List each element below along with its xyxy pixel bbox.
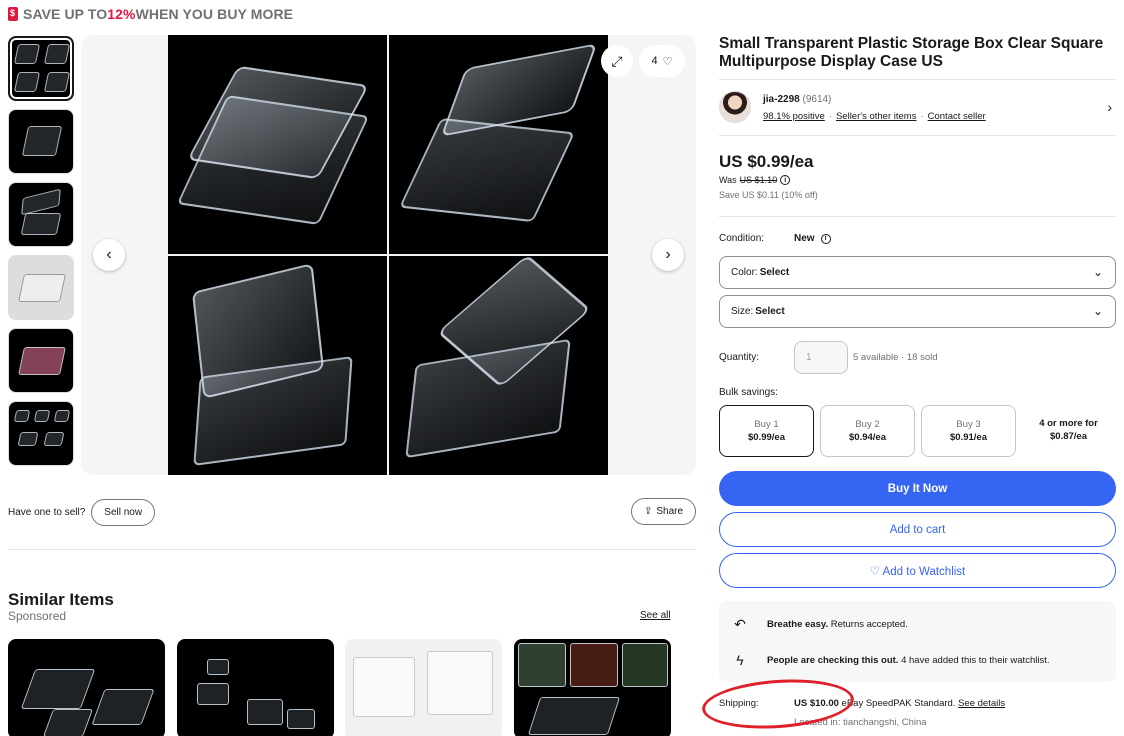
bulk-option-2[interactable]: Buy 2 $0.94/ea [820,405,915,457]
bulk-option-4[interactable]: 4 or more for $0.87/ea [1021,405,1116,457]
bulk-qty: Buy 1 [754,419,779,430]
sell-prompt: Have one to sell? [8,507,86,518]
shipping-method: eBay SpeedPAK Standard. [838,698,959,709]
share-button[interactable]: ⇪ Share [631,498,697,525]
main-product-image[interactable]: ‹ › ⤢ 4 ♡ [81,35,696,475]
thumbnail-3[interactable] [8,182,74,247]
was-price: US $1.10 [739,175,778,185]
similar-item-card-4[interactable] [514,639,671,736]
bulk-price: $0.99/ea [748,432,785,443]
color-select-value: Select [759,267,790,278]
seller-card[interactable]: jia-2298 (9614) 98.1% positive · Seller'… [719,91,1116,125]
was-label: Was [719,175,737,185]
watchers-row: ϟ People are checking this out. 4 have a… [733,652,1049,668]
color-select[interactable]: Color: Select ⌄ [719,256,1116,289]
divider [719,216,1116,217]
add-to-cart-button[interactable]: Add to cart [719,512,1116,547]
size-select[interactable]: Size: Select ⌄ [719,295,1116,328]
promo-prefix: SAVE UP TO [23,6,108,22]
item-price: US $0.99/ea [719,152,814,171]
chevron-down-icon: ⌄ [1092,304,1103,318]
chevron-left-icon: ‹ [106,246,112,263]
info-icon[interactable]: i [820,233,831,244]
seller-name[interactable]: jia-2298 [763,94,800,105]
share-label: Share [656,506,684,517]
seller-positive-link[interactable]: 98.1% positive [763,111,825,122]
seller-avatar[interactable] [719,91,751,123]
quantity-input[interactable]: 1 [794,341,848,374]
buy-it-now-button[interactable]: Buy It Now [719,471,1116,506]
expand-image-button[interactable]: ⤢ [601,45,633,77]
seller-name-row: jia-2298 (9614) [763,94,831,105]
see-all-link[interactable]: See all [640,610,671,621]
bulk-qty: Buy 2 [855,419,880,430]
returns-row: ↶ Breathe easy. Returns accepted. [733,616,908,633]
thumbnail-6[interactable] [8,401,74,466]
bulk-option-1[interactable]: Buy 1 $0.99/ea [719,405,814,457]
thumbnail-2[interactable] [8,109,74,174]
bulk-qty: Buy 3 [956,419,981,430]
thumbnail-1[interactable] [8,36,74,101]
size-select-value: Select [755,306,785,317]
divider [8,549,696,550]
contact-seller-link[interactable]: Contact seller [928,111,986,122]
see-details-link[interactable]: See details [958,698,1005,709]
chevron-right-icon[interactable]: › [1107,99,1112,115]
watch-count: 4 [651,55,658,67]
quantity-label: Quantity: [719,352,760,363]
sell-prompt-row: Have one to sell? Sell now [8,499,156,526]
seller-links: 98.1% positive · Seller's other items · … [763,111,986,122]
next-image-button[interactable]: › [652,239,684,271]
bulk-price: $0.94/ea [849,432,886,443]
info-icon[interactable]: i [780,175,791,185]
add-to-watchlist-button[interactable]: ♡ Add to Watchlist [719,553,1116,588]
product-photo [168,35,609,475]
bulk-qty: 4 or more for [1039,418,1098,429]
similar-item-card-3[interactable] [345,639,502,736]
watchers-text: 4 have added this to their watchlist. [898,654,1050,666]
thumbnail-strip [8,36,76,476]
sell-now-button[interactable]: Sell now [91,499,156,526]
share-icon: ⇪ [644,506,653,517]
similar-item-card-2[interactable] [177,639,334,736]
lightning-icon: ϟ [736,652,744,668]
thumbnail-4[interactable] [8,255,74,320]
listing-title: Small Transparent Plastic Storage Box Cl… [719,35,1104,70]
similar-items-title: Similar Items [8,590,114,609]
sponsored-label: Sponsored [8,609,67,623]
seller-other-items-link[interactable]: Seller's other items [836,111,916,122]
was-price-row: Was US $1.10 i [719,175,791,185]
return-arrow-icon: ↶ [734,616,746,632]
price-tag-icon [8,7,18,21]
size-select-label: Size: [731,306,754,317]
watch-count-button[interactable]: 4 ♡ [639,45,685,77]
seller-feedback-count: (9614) [802,94,832,105]
condition-value-row: New i [794,233,831,244]
condition-value: New [794,233,815,244]
divider [719,79,1116,80]
promo-suffix: WHEN YOU BUY MORE [135,6,294,22]
promo-banner: SAVE UP TO 12% WHEN YOU BUY MORE [8,6,293,22]
similar-item-card-1[interactable] [8,639,165,736]
watchers-bold: People are checking this out. [767,654,899,666]
thumbnail-5[interactable] [8,328,74,393]
expand-icon: ⤢ [611,52,623,69]
heart-icon: ♡ [662,55,673,68]
chevron-right-icon: › [665,246,671,263]
returns-text: Returns accepted. [828,619,908,630]
bulk-price: $0.87/ea [1050,431,1087,442]
returns-bold: Breathe easy. [767,619,829,630]
divider [719,135,1116,136]
previous-image-button[interactable]: ‹ [93,239,125,271]
savings-text: Save US $0.11 (10% off) [719,190,818,200]
chevron-down-icon: ⌄ [1092,265,1103,279]
availability-text: 5 available · 18 sold [853,352,938,363]
promo-highlight: 12% [107,6,136,22]
bulk-savings-label: Bulk savings: [719,387,778,398]
info-panel: ↶ Breathe easy. Returns accepted. ϟ Peop… [719,601,1116,682]
bulk-price: $0.91/ea [950,432,987,443]
condition-label: Condition: [719,233,765,244]
bulk-option-3[interactable]: Buy 3 $0.91/ea [921,405,1016,457]
color-select-label: Color: [731,267,758,278]
